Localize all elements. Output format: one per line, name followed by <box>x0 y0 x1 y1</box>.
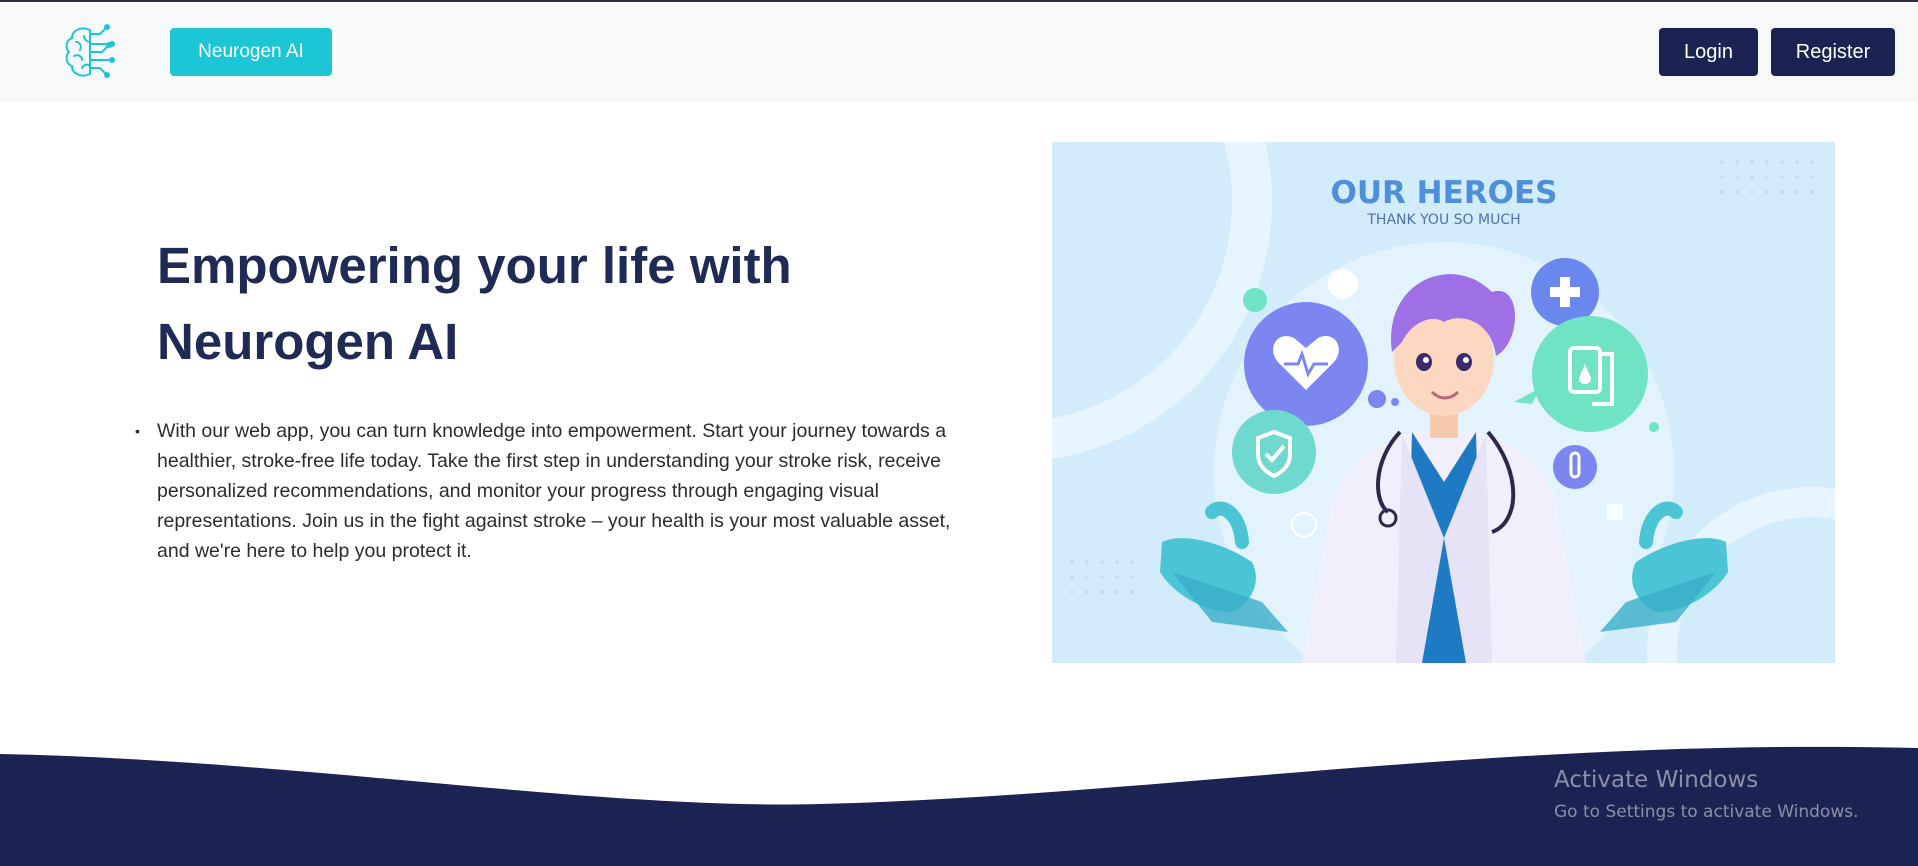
brain-circuit-icon[interactable] <box>62 22 122 84</box>
hero-title: Empowering your life with Neurogen AI <box>157 228 957 380</box>
login-button[interactable]: Login <box>1659 28 1758 76</box>
activate-windows-subtitle: Go to Settings to activate Windows. <box>1554 802 1859 822</box>
hero-description: With our web app, you can turn knowledge… <box>157 420 951 562</box>
illustration-subheading: THANK YOU SO MUCH <box>1366 212 1520 228</box>
bullet-icon: • <box>135 423 140 439</box>
doctor-illustration: OUR HEROES THANK YOU SO MUCH <box>1052 142 1835 663</box>
hero-title-line2: Neurogen AI <box>157 313 459 370</box>
hero-description-list: • With our web app, you can turn knowled… <box>135 416 985 566</box>
brand-button[interactable]: Neurogen AI <box>170 28 332 76</box>
list-item: • With our web app, you can turn knowled… <box>135 416 985 566</box>
register-button[interactable]: Register <box>1771 28 1895 76</box>
navbar: Neurogen AI Login Register <box>0 2 1918 102</box>
hero-title-line1: Empowering your life with <box>157 237 792 294</box>
illustration-heading: OUR HEROES <box>1330 175 1557 211</box>
activate-windows-title: Activate Windows <box>1554 767 1759 793</box>
